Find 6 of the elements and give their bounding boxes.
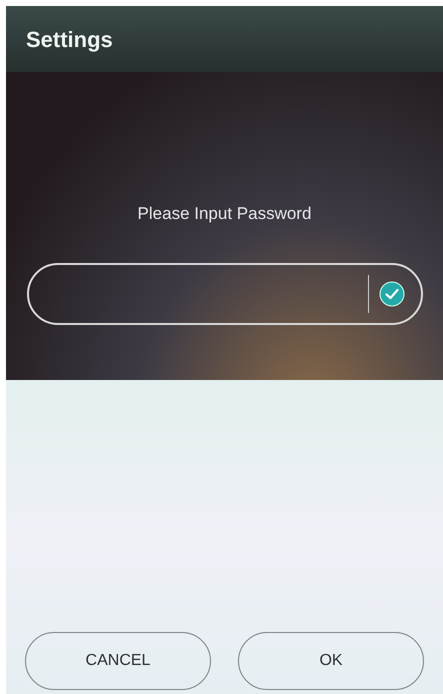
- check-icon[interactable]: [378, 280, 404, 306]
- app-title: Settings: [26, 26, 113, 54]
- password-field[interactable]: [26, 262, 422, 324]
- password-prompt: Please Input Password: [138, 203, 312, 225]
- ok-button[interactable]: OK: [238, 632, 424, 690]
- cancel-button[interactable]: CANCEL: [25, 632, 211, 690]
